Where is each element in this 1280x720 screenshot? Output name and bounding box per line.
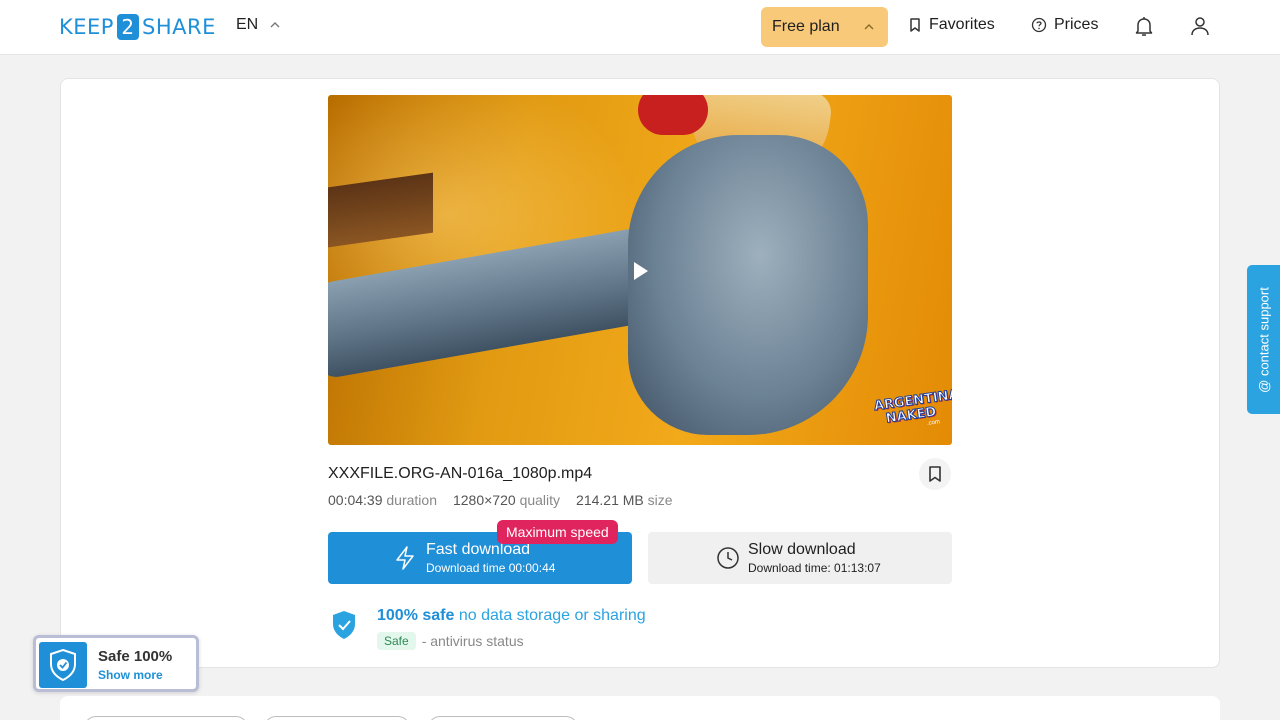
video-hat (638, 95, 708, 135)
safety-title: 100% safe no data storage or sharing (377, 607, 646, 625)
safety-title-rest: no data storage or sharing (458, 607, 646, 624)
prices-link[interactable]: Prices (1031, 16, 1098, 34)
safe-status-pill: Safe (377, 632, 416, 650)
contact-support-tab[interactable]: @ contact support (1247, 265, 1280, 414)
logo-prefix: KEEP (59, 15, 114, 39)
language-selector[interactable]: EN (236, 16, 280, 34)
lightning-icon (396, 546, 414, 570)
quality-label: quality (519, 492, 561, 508)
bell-icon[interactable] (1132, 14, 1156, 38)
maximum-speed-badge: Maximum speed (497, 520, 618, 544)
duration-value: 00:04:39 (328, 492, 383, 508)
logo-suffix: SHARE (141, 15, 216, 39)
file-name: XXXFILE.ORG-AN-016a_1080p.mp4 (328, 465, 593, 482)
slow-download-time: Download time: 01:13:07 (748, 561, 881, 575)
chevron-up-icon (864, 24, 874, 30)
shield-check-icon (333, 611, 355, 639)
size-label: size (647, 492, 673, 508)
safety-title-strong: 100% safe (377, 607, 455, 624)
quality-value: 1280×720 (452, 492, 516, 508)
add-favorite-button[interactable] (919, 458, 951, 490)
safe-widget-title: Safe 100% (98, 648, 173, 665)
video-preview[interactable]: ARGENTINA NAKED .com (328, 95, 952, 445)
bookmark-icon (929, 466, 941, 482)
shield-check-icon (50, 648, 76, 682)
slow-download-button[interactable]: Slow download Download time: 01:13:07 (648, 532, 952, 584)
prices-label: Prices (1054, 16, 1099, 33)
chevron-up-icon (270, 22, 280, 28)
user-icon[interactable] (1188, 14, 1212, 38)
tab-chip[interactable] (428, 716, 578, 720)
file-meta: 00:04:39 duration 1280×720 quality 214.2… (328, 492, 673, 508)
free-plan-label: Free plan (772, 18, 840, 35)
video-figure-hip (628, 135, 868, 435)
contact-support-label: @ contact support (1256, 286, 1271, 393)
safe-widget-show-more[interactable]: Show more (98, 668, 163, 682)
top-header: KEEP 2 SHARE EN Free plan Favorites Pric… (0, 0, 1280, 55)
safe-widget[interactable]: Safe 100% Show more (33, 635, 199, 692)
safe-widget-badge (39, 642, 87, 688)
bottom-card (60, 696, 1220, 720)
size-value: 214.21 MB (576, 492, 644, 508)
favorites-link[interactable]: Favorites (908, 16, 995, 34)
fast-download-time: Download time 00:00:44 (426, 561, 556, 575)
slow-download-title: Slow download (748, 541, 856, 558)
bookmark-icon (910, 18, 920, 32)
duration-label: duration (386, 492, 437, 508)
logo-number: 2 (116, 14, 139, 40)
language-label: EN (236, 16, 259, 33)
antivirus-status-text: - antivirus status (421, 633, 524, 649)
play-icon[interactable] (634, 262, 648, 280)
tab-chip[interactable] (84, 716, 248, 720)
favorites-label: Favorites (929, 16, 995, 33)
quality-info: 1280×720 quality (453, 492, 560, 508)
question-circle-icon (1031, 17, 1047, 33)
tab-chip[interactable] (264, 716, 410, 720)
duration-info: 00:04:39 duration (328, 492, 437, 508)
antivirus-status: Safe - antivirus status (377, 632, 524, 650)
free-plan-button[interactable]: Free plan (761, 7, 888, 47)
size-info: 214.21 MB size (576, 492, 673, 508)
clock-icon (717, 547, 739, 569)
keep2share-logo[interactable]: KEEP 2 SHARE (59, 13, 216, 41)
